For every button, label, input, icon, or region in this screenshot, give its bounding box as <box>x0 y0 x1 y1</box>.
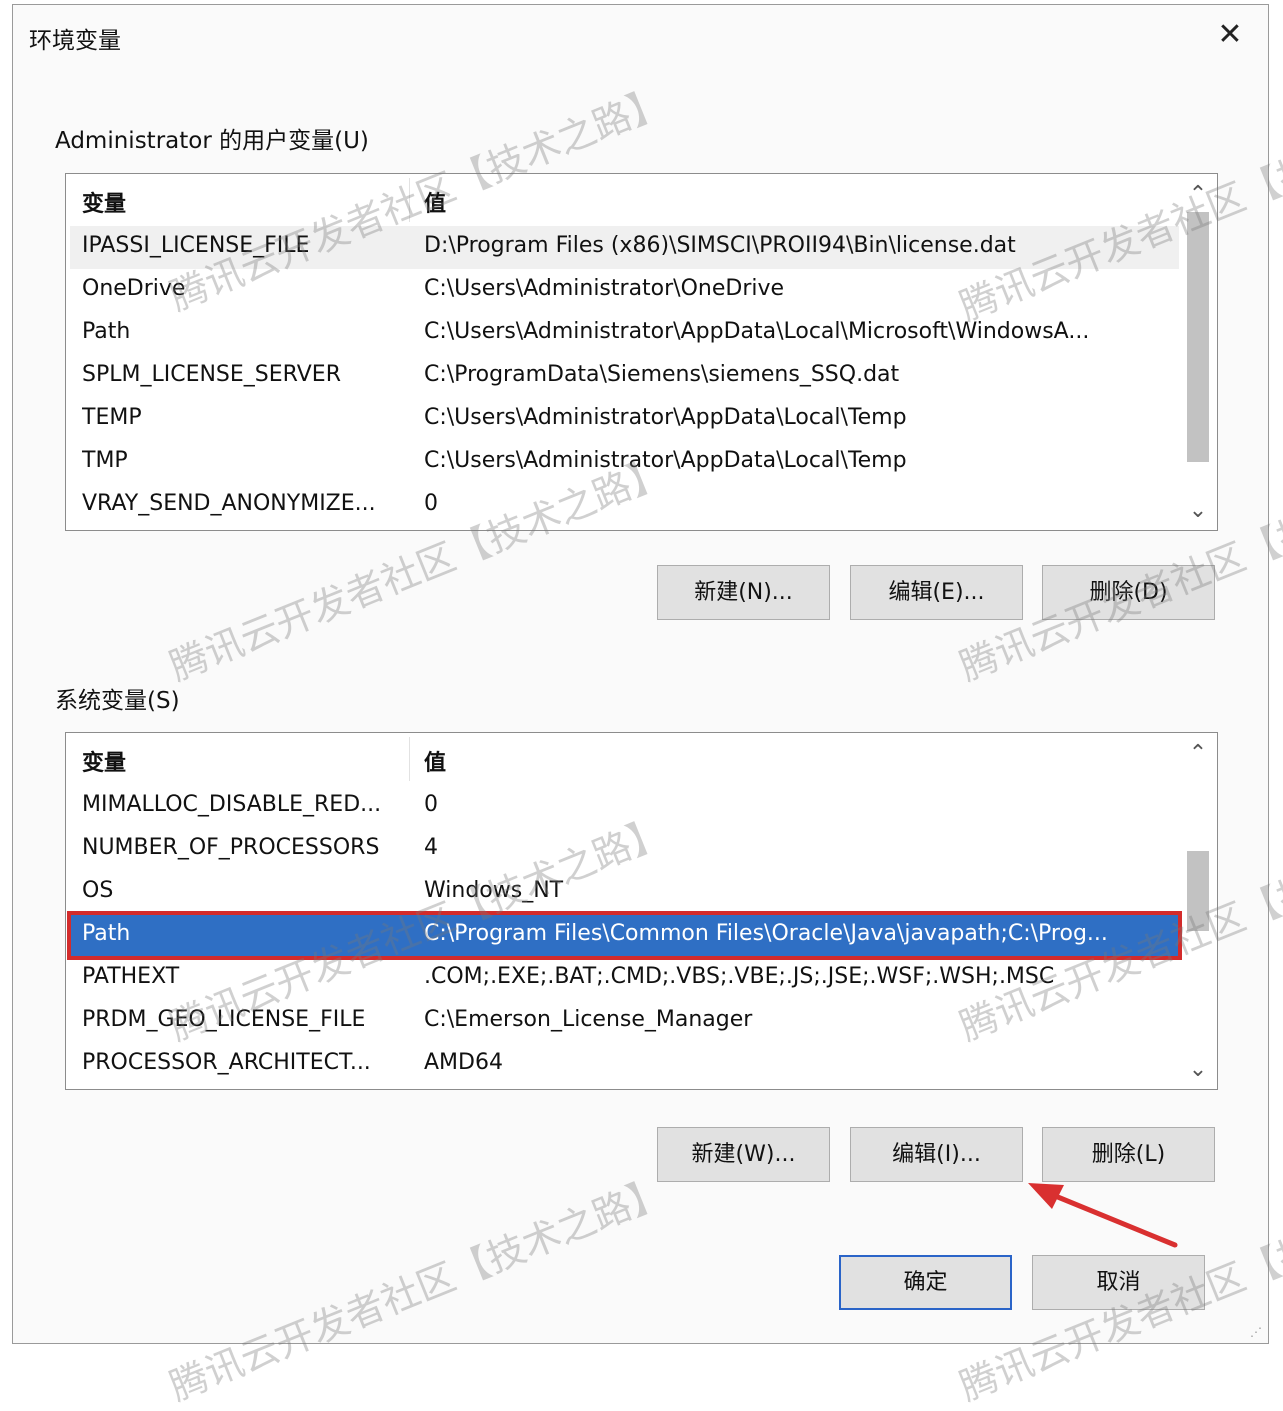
variable-name: MIMALLOC_DISABLE_RED... <box>82 792 382 817</box>
table-row[interactable]: Path C:\Program Files\Common Files\Oracle… <box>67 911 1182 960</box>
cancel-button[interactable]: 取消 <box>1032 1255 1205 1310</box>
user-new-button[interactable]: 新建(N)... <box>657 565 830 620</box>
system-delete-button[interactable]: 删除(L) <box>1042 1127 1215 1182</box>
close-button[interactable]: ✕ <box>1210 15 1250 55</box>
table-row[interactable]: OS Windows_NT <box>70 871 1179 914</box>
user-edit-button[interactable]: 编辑(E)... <box>850 565 1023 620</box>
window-title: 环境变量 <box>29 28 121 54</box>
variable-name: VRAY_SEND_ANONYMIZE... <box>82 491 376 516</box>
variable-value: C:\Users\Administrator\OneDrive <box>424 276 785 301</box>
variable-value: D:\Program Files (x86)\SIMSCI\PROII94\Bi… <box>424 233 1016 258</box>
environment-variables-dialog: 环境变量 ✕ Administrator 的用户变量(U) 变量 值 IPASS… <box>12 4 1269 1344</box>
table-row[interactable]: TEMP C:\Users\Administrator\AppData\Local… <box>70 398 1179 441</box>
table-row[interactable]: PROCESSOR_ARCHITECT... AMD64 <box>70 1043 1179 1086</box>
user-variables-list[interactable]: 变量 值 IPASSI_LICENSE_FILE D:\Program Files… <box>65 173 1218 531</box>
system-list-scrollbar[interactable]: ⌃ ⌄ <box>1179 733 1217 1089</box>
variable-value: 0 <box>424 792 438 817</box>
scroll-up-icon[interactable]: ⌃ <box>1179 739 1217 769</box>
table-row[interactable]: Path C:\Users\Administrator\AppData\Local… <box>70 312 1179 355</box>
header-value[interactable]: 值 <box>424 186 446 218</box>
system-edit-button[interactable]: 编辑(I)... <box>850 1127 1023 1182</box>
variable-name: TMP <box>82 448 128 473</box>
variable-value: C:\ProgramData\Siemens\siemens_SSQ.dat <box>424 362 900 387</box>
header-separator[interactable] <box>409 737 410 781</box>
system-variables-list[interactable]: 变量 值 MIMALLOC_DISABLE_RED... 0 NUMBER_OF_P… <box>65 732 1218 1090</box>
variable-value: AMD64 <box>424 1050 503 1075</box>
resize-grip-icon[interactable]: ⋰ <box>1250 1325 1264 1339</box>
table-row[interactable]: NUMBER_OF_PROCESSORS 4 <box>70 828 1179 871</box>
table-row[interactable]: OneDrive C:\Users\Administrator\OneDrive <box>70 269 1179 312</box>
scroll-thumb[interactable] <box>1187 851 1209 931</box>
ok-button[interactable]: 确定 <box>839 1255 1012 1310</box>
system-new-button[interactable]: 新建(W)... <box>657 1127 830 1182</box>
variable-name: PROCESSOR_ARCHITECT... <box>82 1050 371 1075</box>
user-list-scrollbar[interactable]: ⌃ ⌄ <box>1179 174 1217 530</box>
scroll-down-icon[interactable]: ⌄ <box>1179 1055 1217 1085</box>
variable-name: OS <box>82 878 114 903</box>
variable-name: PRDM_GEO_LICENSE_FILE <box>82 1007 366 1032</box>
title-bar: 环境变量 ✕ <box>13 5 1268 63</box>
variable-value: C:\Users\Administrator\AppData\Local\Tem… <box>424 448 907 473</box>
variable-name: SPLM_LICENSE_SERVER <box>82 362 341 387</box>
variable-value: 4 <box>424 835 438 860</box>
table-row[interactable]: TMP C:\Users\Administrator\AppData\Local\… <box>70 441 1179 484</box>
variable-name: OneDrive <box>82 276 186 301</box>
user-variables-label: Administrator 的用户变量(U) <box>55 128 369 154</box>
variable-name: Path <box>82 921 131 946</box>
variable-name: IPASSI_LICENSE_FILE <box>82 233 310 258</box>
variable-name: TEMP <box>82 405 142 430</box>
system-list-header: 变量 值 <box>66 733 1179 783</box>
scroll-up-icon[interactable]: ⌃ <box>1179 180 1217 210</box>
table-row[interactable]: PATHEXT .COM;.EXE;.BAT;.CMD;.VBS;.VBE;.JS… <box>70 957 1179 1000</box>
variable-value: C:\Program Files\Common Files\Oracle\Jav… <box>424 921 1108 946</box>
table-row[interactable]: IPASSI_LICENSE_FILE D:\Program Files (x86… <box>70 226 1179 269</box>
variable-value: C:\Emerson_License_Manager <box>424 1007 753 1032</box>
user-delete-button[interactable]: 删除(D) <box>1042 565 1215 620</box>
scroll-thumb[interactable] <box>1187 212 1209 462</box>
table-row[interactable]: PRDM_GEO_LICENSE_FILE C:\Emerson_License_… <box>70 1000 1179 1043</box>
variable-value: .COM;.EXE;.BAT;.CMD;.VBS;.VBE;.JS;.JSE;.… <box>424 964 1055 989</box>
user-list-header: 变量 值 <box>66 174 1179 224</box>
variable-name: PATHEXT <box>82 964 180 989</box>
variable-value: C:\Users\Administrator\AppData\Local\Mic… <box>424 319 1090 344</box>
header-separator[interactable] <box>409 178 410 222</box>
system-variables-label: 系统变量(S) <box>55 688 180 714</box>
variable-name: Path <box>82 319 131 344</box>
header-variable[interactable]: 变量 <box>82 745 126 777</box>
table-row[interactable]: MIMALLOC_DISABLE_RED... 0 <box>70 785 1179 828</box>
variable-value: 0 <box>424 491 438 516</box>
table-row[interactable]: VRAY_SEND_ANONYMIZE... 0 <box>70 484 1179 527</box>
variable-name: NUMBER_OF_PROCESSORS <box>82 835 380 860</box>
header-variable[interactable]: 变量 <box>82 186 126 218</box>
table-row[interactable]: SPLM_LICENSE_SERVER C:\ProgramData\Siemen… <box>70 355 1179 398</box>
variable-value: C:\Users\Administrator\AppData\Local\Tem… <box>424 405 907 430</box>
variable-value: Windows_NT <box>424 878 564 903</box>
header-value[interactable]: 值 <box>424 745 446 777</box>
scroll-down-icon[interactable]: ⌄ <box>1179 496 1217 526</box>
